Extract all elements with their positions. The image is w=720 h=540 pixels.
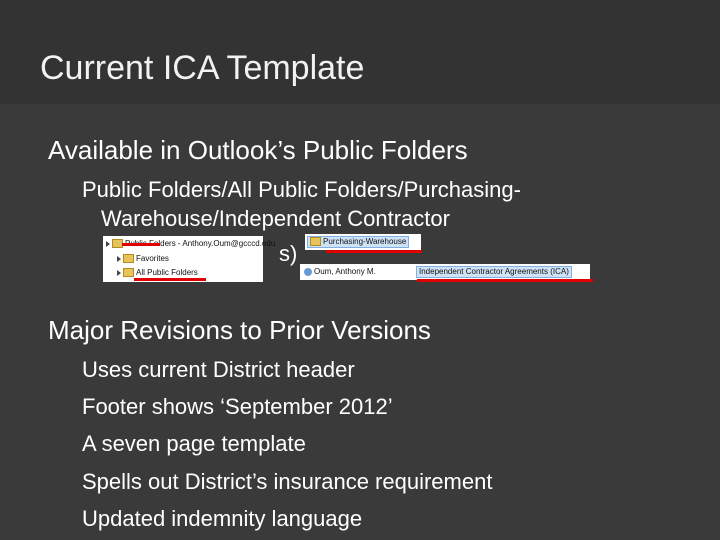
slide: Current ICA Template Available in Outloo… [0, 0, 720, 540]
tree-row-all-public-folders[interactable]: All Public Folders [117, 268, 198, 278]
bullet-available: Available in Outlook’s Public Folders [48, 134, 468, 167]
bullet-available-text: Available in Outlook’s Public Folders [48, 135, 468, 165]
path-line-2: Warehouse/Independent Contractor [101, 206, 450, 231]
underline-all-public-folders [134, 278, 206, 281]
revision-item: Uses current District header [82, 357, 355, 382]
expand-arrow-icon [117, 269, 121, 276]
underline-purchasing-warehouse [326, 250, 422, 253]
expand-arrow-icon [117, 255, 121, 262]
path-line-1-text: Public Folders/All Public Folders/Purcha… [82, 177, 521, 202]
tree-row-favorites[interactable]: Favorites [117, 254, 169, 264]
purchasing-warehouse-snippet: Purchasing-Warehouse [305, 234, 421, 250]
expand-arrow-icon [106, 240, 110, 247]
tree-row-ica-folder[interactable]: Independent Contractor Agreements (ICA) [416, 266, 572, 278]
user-icon [304, 267, 312, 276]
revision-item: Updated indemnity language [82, 506, 363, 531]
folder-icon [310, 237, 321, 247]
bullet-major-revisions: Major Revisions to Prior Versions [48, 314, 431, 347]
revision-item: Footer shows ‘September 2012’ [82, 394, 393, 419]
ica-folder-snippet: Oum, Anthony M. Independent Contractor A… [300, 264, 590, 280]
tree-row-user[interactable]: Oum, Anthony M. [304, 267, 376, 277]
revision-item: Spells out District’s insurance requirem… [82, 469, 493, 494]
path-line-3-fragment: s) [279, 241, 298, 266]
underline-public-folders [122, 243, 160, 246]
folder-icon [123, 268, 134, 278]
path-line-1: Public Folders/All Public Folders/Purcha… [82, 176, 521, 205]
folder-icon [123, 254, 134, 264]
slide-title: Current ICA Template [40, 49, 365, 87]
revision-item: A seven page template [82, 431, 306, 456]
bullet-major-revisions-text: Major Revisions to Prior Versions [48, 315, 431, 345]
underline-ica-folder [417, 279, 593, 282]
tree-row-purchasing-warehouse[interactable]: Purchasing-Warehouse [307, 236, 410, 248]
